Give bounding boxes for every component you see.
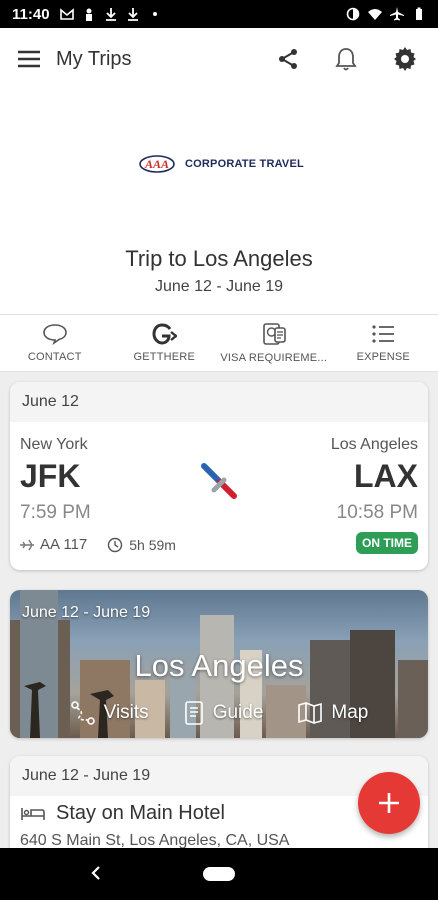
hotel-name: Stay on Main Hotel [56, 802, 225, 824]
passport-icon [262, 323, 286, 345]
list-icon [372, 325, 395, 343]
guide-button[interactable]: Guide [183, 700, 264, 726]
destination-code: LAX [354, 458, 418, 494]
page-title: My Trips [56, 47, 132, 70]
quick-actions: CONTACT GETTHERE VISA REQUIREME... EXPEN… [0, 314, 438, 372]
getthere-icon [152, 323, 178, 345]
destination-actions: Visits Guide Map [10, 700, 428, 726]
flight-number: AA 117 [40, 536, 88, 553]
gmail-icon [59, 8, 74, 20]
guide-icon [184, 701, 203, 725]
map-label: Map [331, 702, 369, 723]
app-bar: My Trips [0, 28, 438, 90]
guide-label: Guide [212, 702, 264, 723]
flight-meta: AA 117 5h 59m [20, 536, 176, 553]
visa-button[interactable]: VISA REQUIREME... [219, 315, 329, 371]
trip-dates: June 12 - June 19 [154, 278, 284, 295]
expense-button[interactable]: EXPENSE [329, 315, 438, 371]
add-button[interactable] [358, 772, 420, 834]
status-time: 11:40 [12, 5, 50, 23]
dot-icon [152, 12, 157, 16]
expense-label: EXPENSE [356, 351, 410, 363]
back-icon[interactable] [90, 864, 102, 882]
destination-dates: June 12 - June 19 [22, 604, 151, 621]
aaa-logo-icon: AAA [139, 155, 175, 173]
brand-name: CORPORATE TRAVEL [185, 158, 304, 170]
brand-logo: AAA CORPORATE TRAVEL [139, 152, 304, 176]
flight-duration: 5h 59m [107, 537, 176, 553]
share-icon[interactable] [276, 47, 300, 71]
visits-label: Visits [103, 702, 149, 723]
flight-card[interactable]: June 12 New York Los Angeles JFK LAX 7:5… [10, 382, 428, 570]
destination-city: Los Angeles [330, 436, 418, 453]
status-badge: ON TIME [356, 532, 418, 554]
destination-city: Los Angeles [134, 648, 304, 683]
departure-time: 7:59 PM [20, 502, 91, 523]
svg-text:AAA: AAA [144, 157, 169, 171]
origin-city: New York [20, 436, 88, 453]
visa-label: VISA REQUIREME... [220, 352, 328, 364]
trip-title: Trip to Los Angeles [125, 246, 313, 271]
chat-bubble-icon [42, 324, 67, 345]
map-icon [298, 702, 323, 724]
data-saver-icon [346, 7, 360, 21]
bed-icon [21, 808, 45, 820]
trip-hero: AAA CORPORATE TRAVEL Trip to Los Angeles… [0, 90, 438, 314]
download-icon [105, 8, 116, 21]
menu-icon[interactable] [18, 50, 40, 68]
user-icon [85, 8, 92, 21]
flight-date: June 12 [10, 382, 428, 422]
wifi-icon [368, 9, 382, 20]
origin-code: JFK [20, 458, 81, 494]
getthere-label: GETTHERE [133, 351, 195, 363]
contact-button[interactable]: CONTACT [0, 315, 110, 371]
contact-label: CONTACT [27, 351, 82, 363]
plane-icon [20, 539, 34, 550]
system-nav-bar [0, 848, 438, 900]
gear-icon[interactable] [392, 46, 418, 72]
duration-text: 5h 59m [129, 536, 176, 553]
airplane-mode-icon [390, 7, 404, 21]
plus-icon [379, 793, 399, 813]
battery-icon [416, 7, 422, 20]
clock-icon [108, 537, 123, 552]
home-button[interactable] [203, 867, 235, 881]
download-icon [127, 8, 138, 21]
airline-logo-icon [201, 463, 237, 499]
visits-button[interactable]: Visits [70, 700, 149, 726]
destination-card[interactable]: June 12 - June 19 Los Angeles Visits Gui… [10, 590, 428, 738]
status-bar: 11:40 [0, 0, 438, 28]
visits-icon [70, 701, 95, 725]
getthere-button[interactable]: GETTHERE [110, 315, 220, 371]
arrival-time: 10:58 PM [336, 502, 418, 523]
map-button[interactable]: Map [297, 700, 368, 726]
bell-icon[interactable] [334, 46, 358, 72]
